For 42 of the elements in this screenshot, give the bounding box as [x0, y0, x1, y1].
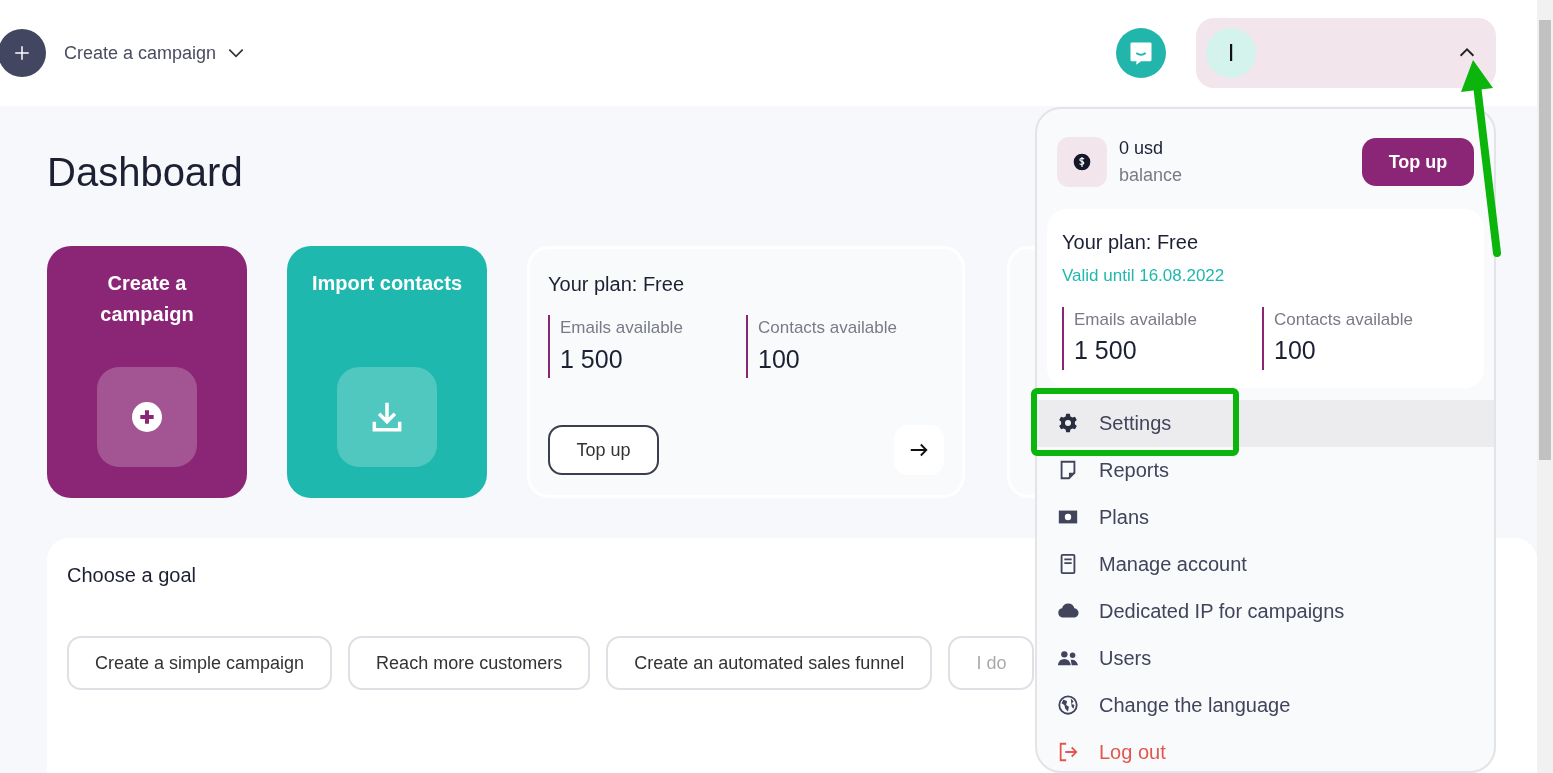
- action-tile[interactable]: Create a campaign: [47, 246, 247, 498]
- menu-item[interactable]: Dedicated IP for campaigns: [1037, 587, 1494, 635]
- scrollbar-thumb[interactable]: [1539, 20, 1551, 460]
- stat-label: Contacts available: [1274, 308, 1414, 331]
- stat-label: Emails available: [1074, 308, 1198, 331]
- menu-item[interactable]: Plans: [1037, 493, 1494, 541]
- plan-title: Your plan: Free: [548, 272, 685, 297]
- balance-label: balance: [1119, 164, 1183, 187]
- stat-label: Emails available: [560, 317, 684, 339]
- menu-item[interactable]: Manage account: [1037, 540, 1494, 588]
- create-campaign-dropdown[interactable]: Create a campaign: [64, 39, 247, 67]
- plan-validity: Valid until 16.08.2022: [1062, 265, 1226, 287]
- menu-item[interactable]: Log out: [1037, 728, 1494, 771]
- next-button[interactable]: [894, 425, 944, 475]
- top-up-button[interactable]: Top up: [1362, 138, 1474, 186]
- page-title: Dashboard: [47, 149, 243, 196]
- add-button[interactable]: [0, 29, 46, 77]
- goal-chip[interactable]: Reach more customers: [348, 636, 591, 690]
- goal-chip[interactable]: Create an automated sales funnel: [606, 636, 933, 690]
- chat-button[interactable]: [1116, 28, 1166, 78]
- balance-amount: 0 usd: [1119, 137, 1165, 160]
- plan-title: Your plan: Free: [1062, 230, 1199, 255]
- top-up-button[interactable]: Top up: [548, 425, 659, 475]
- stat-value: 1 500: [560, 343, 624, 375]
- settings-icon: [1057, 412, 1079, 434]
- avatar: I: [1206, 28, 1256, 78]
- stat-value: 1 500: [1074, 335, 1138, 366]
- goal-chip[interactable]: Create a simple campaign: [67, 636, 333, 690]
- stat-value: 100: [758, 343, 801, 375]
- scrollbar[interactable]: [1537, 0, 1553, 773]
- logout-icon: [1057, 741, 1079, 763]
- plus-icon: [13, 44, 31, 62]
- globe-icon: [1057, 694, 1079, 716]
- stat-value: 100: [1274, 335, 1317, 366]
- menu-item[interactable]: Settings: [1037, 399, 1494, 447]
- panel-title: Choose a goal: [67, 563, 196, 588]
- menu-item[interactable]: Users: [1037, 634, 1494, 682]
- dollar-icon: [1072, 152, 1092, 172]
- menu-item[interactable]: Change the language: [1037, 681, 1494, 729]
- stat-label: Contacts available: [758, 317, 898, 339]
- account-button[interactable]: I: [1196, 18, 1496, 88]
- menu-item[interactable]: Reports: [1037, 446, 1494, 494]
